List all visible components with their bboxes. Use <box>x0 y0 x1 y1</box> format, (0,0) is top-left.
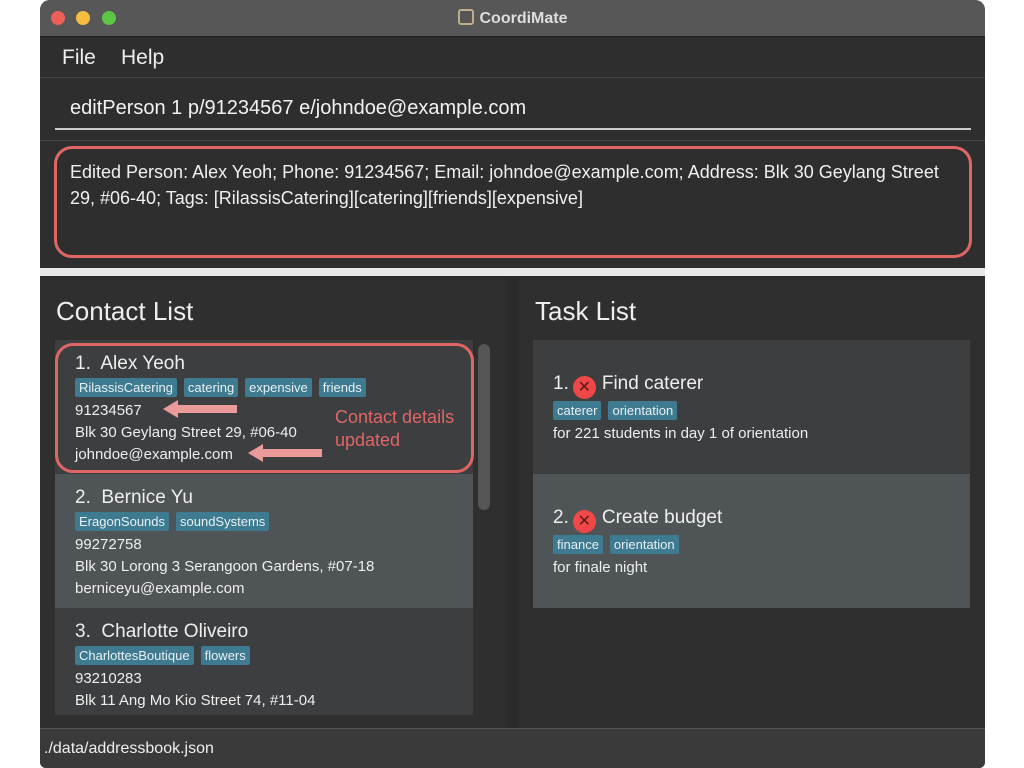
contact-name-text: Charlotte Oliveiro <box>101 621 249 642</box>
x-circle-icon: ✕ <box>572 510 596 533</box>
tag-list: CharlottesBoutique flowers <box>75 646 473 666</box>
menu-help[interactable]: Help <box>121 46 164 70</box>
task-note: for 221 students in day 1 of orientation <box>553 425 809 442</box>
tag: orientation <box>608 401 678 420</box>
tag-list: finance orientation <box>553 535 970 555</box>
task-name: 2. ✕ Create budget <box>553 506 970 533</box>
tag: soundSystems <box>176 512 270 531</box>
contact-list-panel: Contact List 1. Alex Yeoh RilassisCateri… <box>40 278 506 728</box>
contact-phone: 99272758 <box>75 536 142 553</box>
task-index: 1. <box>553 373 569 394</box>
annotation: Contact details updated <box>335 406 454 452</box>
x-circle-icon: ✕ <box>572 376 596 399</box>
arrow-icon <box>248 444 322 462</box>
task-note: for finale night <box>553 559 648 576</box>
task-list-title: Task List <box>535 296 637 326</box>
result-display: Edited Person: Alex Yeoh; Phone: 9123456… <box>40 140 985 268</box>
task-card[interactable]: 1. ✕ Find caterer caterer orientation for 2… <box>533 340 970 474</box>
contact-phone: 93210283 <box>75 670 142 687</box>
contact-address: Blk 30 Lorong 3 Serangoon Gardens, #07-1… <box>75 558 375 575</box>
task-list-panel: Task List 1. ✕ Find caterer caterer orienta… <box>519 278 985 728</box>
tag: caterer <box>553 401 602 420</box>
app-window: CoordiMate File Help editPerson 1 p/9123… <box>40 0 985 768</box>
contact-card[interactable]: 3. Charlotte Oliveiro CharlottesBoutique… <box>55 608 473 715</box>
command-box[interactable]: editPerson 1 p/91234567 e/johndoe@exampl… <box>40 78 985 140</box>
calendar-icon <box>457 9 474 25</box>
divider <box>40 268 985 276</box>
status-bar: ./data/addressbook.json <box>40 728 985 768</box>
tag: EragonSounds <box>75 512 170 531</box>
tag: flowers <box>200 646 250 665</box>
contact-name-text: Bernice Yu <box>101 487 193 508</box>
contact-address: Blk 11 Ang Mo Kio Street 74, #11-04 <box>75 692 316 709</box>
command-input[interactable]: editPerson 1 p/91234567 e/johndoe@exampl… <box>70 97 526 120</box>
menu-file[interactable]: File <box>62 46 96 70</box>
contact-list-title: Contact List <box>56 296 194 326</box>
annotation-line: Contact details <box>335 407 455 427</box>
contact-index: 2. <box>75 487 91 508</box>
window-title-text: CoordiMate <box>479 10 568 27</box>
contact-card[interactable]: 2. Bernice Yu EragonSounds soundSystems 9… <box>55 474 473 608</box>
window-title: CoordiMate <box>40 9 985 28</box>
task-index: 2. <box>553 507 569 528</box>
contact-index: 3. <box>75 621 91 642</box>
tag: orientation <box>609 535 679 554</box>
tag: CharlottesBoutique <box>75 646 194 665</box>
task-name-text: Create budget <box>601 507 723 528</box>
contact-email: berniceyu@example.com <box>75 580 245 597</box>
tag: finance <box>553 535 603 554</box>
task-card[interactable]: 2. ✕ Create budget finance orientation for … <box>533 474 970 608</box>
tag-list: caterer orientation <box>553 401 970 421</box>
tag-list: EragonSounds soundSystems <box>75 512 473 532</box>
title-bar: CoordiMate <box>40 0 985 37</box>
contact-name: 3. Charlotte Oliveiro <box>75 620 473 644</box>
contact-name: 2. Bernice Yu <box>75 486 473 510</box>
task-name: 1. ✕ Find caterer <box>553 372 970 399</box>
task-name-text: Find caterer <box>601 373 704 394</box>
scrollbar[interactable] <box>478 344 490 510</box>
annotation-line: updated <box>335 430 401 450</box>
file-path: ./data/addressbook.json <box>44 740 214 757</box>
arrow-icon <box>163 400 237 418</box>
input-underline <box>55 128 971 130</box>
menu-bar: File Help <box>40 37 985 78</box>
highlight-outline <box>54 146 972 258</box>
